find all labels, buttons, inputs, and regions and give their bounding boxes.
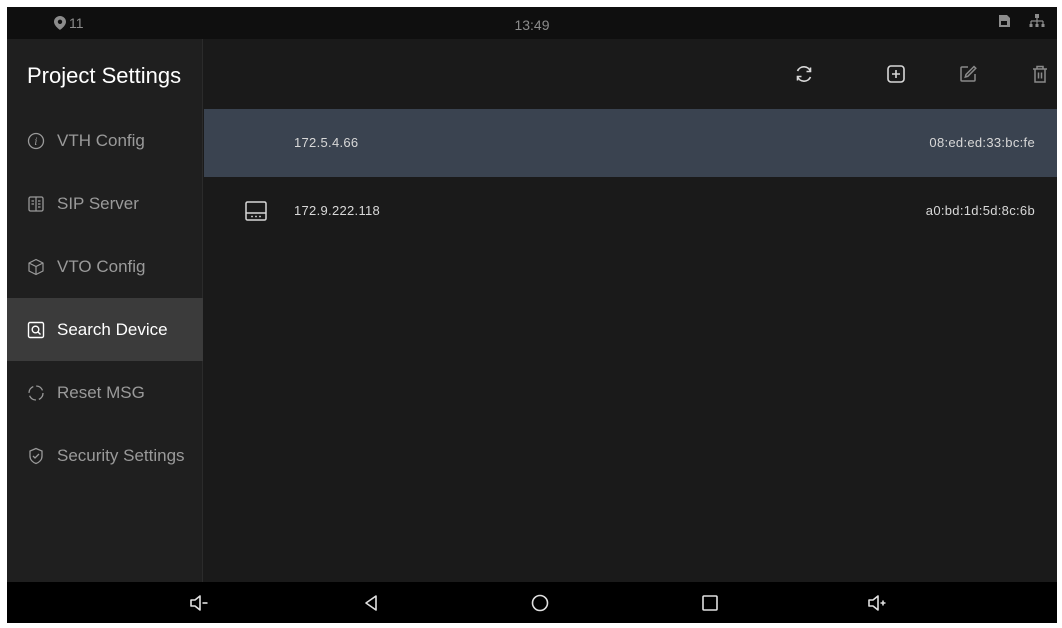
search-box-icon (27, 321, 45, 339)
toolbar (204, 39, 1057, 109)
page-title: Project Settings (27, 63, 182, 88)
edit-icon (957, 63, 979, 85)
sidebar-item-vto-config[interactable]: VTO Config (7, 235, 203, 298)
reset-circle-icon (27, 384, 45, 402)
home-icon (529, 592, 551, 614)
device-mac: 08:ed:ed:33:bc:fe (929, 135, 1035, 150)
edit-button[interactable] (955, 61, 981, 87)
sidebar-item-security-settings[interactable]: Security Settings (7, 424, 203, 487)
server-icon (27, 195, 45, 213)
device-ip: 172.9.222.118 (294, 203, 381, 218)
recents-icon (699, 592, 721, 614)
status-time: 13:49 (514, 17, 550, 33)
recents-button[interactable] (699, 592, 721, 614)
sidebar-nav: i VTH Config SIP Server VTO Config Searc… (7, 109, 203, 487)
sidebar-item-reset-msg[interactable]: Reset MSG (7, 361, 203, 424)
device-ip: 172.5.4.66 (294, 135, 359, 150)
volume-up-icon (865, 592, 887, 614)
sidebar-item-sip-server[interactable]: SIP Server (7, 172, 203, 235)
volume-down-icon (187, 592, 209, 614)
device-mac: a0:bd:1d:5d:8c:6b (925, 203, 1035, 218)
volume-down-button[interactable] (187, 592, 209, 614)
back-button[interactable] (360, 592, 382, 614)
main-content: 172.5.4.66 08:ed:ed:33:bc:fe 172.9.222.1… (204, 39, 1057, 582)
sidebar-item-label: Reset MSG (57, 382, 145, 402)
shield-check-icon (27, 447, 45, 465)
device-list: 172.5.4.66 08:ed:ed:33:bc:fe 172.9.222.1… (204, 109, 1057, 245)
info-circle-icon: i (27, 132, 45, 150)
sidebar-item-label: VTH Config (57, 130, 145, 150)
back-icon (360, 592, 382, 614)
delete-button[interactable] (1027, 61, 1053, 87)
refresh-icon (793, 63, 815, 85)
svg-text:i: i (34, 137, 37, 148)
home-button[interactable] (529, 592, 551, 614)
sidebar-item-label: Security Settings (57, 445, 185, 465)
navigation-bar (7, 582, 1057, 623)
add-button[interactable] (883, 61, 909, 87)
sd-card-icon (997, 14, 1011, 28)
device-monitor-icon (244, 199, 268, 223)
refresh-button[interactable] (791, 61, 817, 87)
sidebar-item-search-device[interactable]: Search Device (7, 298, 203, 361)
add-icon (885, 63, 907, 85)
sidebar-item-label: SIP Server (57, 193, 139, 213)
delete-icon (1029, 63, 1051, 85)
sidebar-item-label: Search Device (57, 319, 168, 339)
device-row[interactable]: 172.5.4.66 08:ed:ed:33:bc:fe (204, 109, 1057, 177)
status-bar: 11 13:49 (7, 7, 1057, 39)
network-icon (1029, 13, 1045, 29)
status-right (997, 13, 1045, 29)
sidebar: Project Settings i VTH Config SIP Server… (7, 39, 203, 582)
device-row[interactable]: 172.9.222.118 a0:bd:1d:5d:8c:6b (204, 177, 1057, 245)
device-screen: 11 13:49 Project Settings i VTH Config S… (7, 7, 1057, 623)
sidebar-item-vth-config[interactable]: i VTH Config (7, 109, 203, 172)
volume-up-button[interactable] (865, 592, 887, 614)
sidebar-item-label: VTO Config (57, 256, 146, 276)
cube-icon (27, 258, 45, 276)
